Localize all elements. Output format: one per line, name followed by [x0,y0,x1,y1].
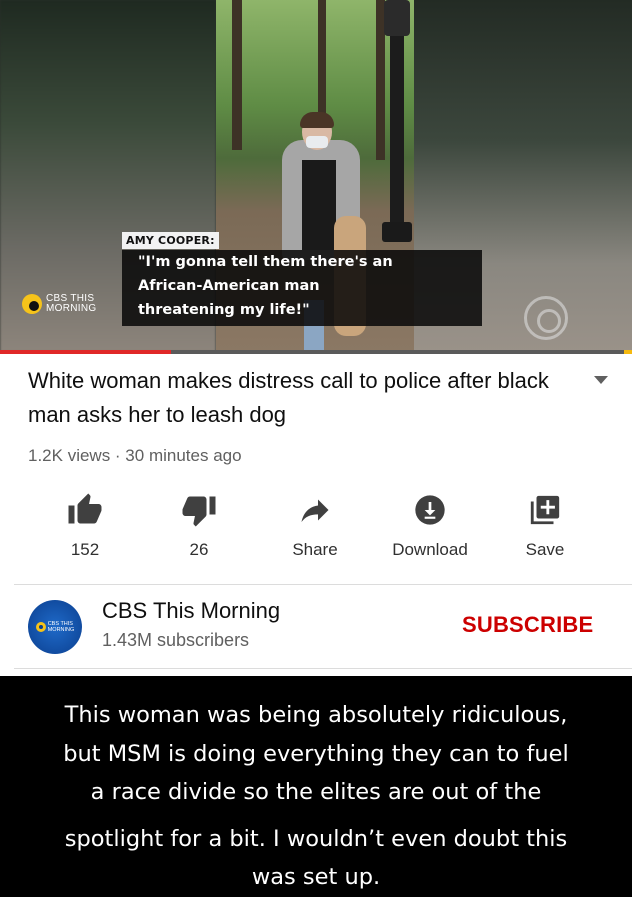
download-button[interactable]: Download [385,490,475,560]
cbs-watermark-icon [524,296,568,340]
video-player[interactable]: AMY COOPER: "I'm gonna tell them there's… [0,0,632,352]
cbs-eye-icon [35,622,46,632]
video-meta: 1.2K views · 30 minutes ago [28,446,242,465]
comment-line: but MSM is doing everything they can to … [63,740,569,767]
share-label: Share [292,540,338,559]
comment-line: a race divide so the elites are out of t… [90,779,542,805]
comment-text: This woman was being absolutely ridiculo… [10,696,622,897]
download-icon [415,495,445,525]
download-label: Download [392,540,468,559]
comment-line: spotlight for a bit. I wouldn’t even dou… [64,825,568,852]
share-icon [301,499,329,522]
avatar-text: MORNING [47,627,75,633]
divider [14,584,632,585]
face-mask [306,136,328,148]
chevron-down-icon[interactable] [594,376,608,384]
cbs-logo: CBS THIS MORNING [22,294,96,314]
save-label: Save [525,540,565,559]
cbs-logo-text: MORNING [46,303,97,314]
thumbs-down-icon [182,496,216,527]
caption-line: African-American man [138,278,320,294]
save-icon [530,495,560,525]
video-title: White woman makes distress call to polic… [28,368,549,427]
tree-trunk [318,0,326,120]
comment-line: was set up. [251,864,381,890]
channel-avatar[interactable]: CBS THIS MORNING [28,600,82,654]
like-count: 152 [70,540,100,559]
thumbs-up-icon [68,493,102,524]
tree-trunk [232,0,242,150]
comment-line: This woman was being absolutely ridiculo… [64,702,568,728]
subscriber-count: 1.43M subscribers [102,630,250,650]
save-button[interactable]: Save [500,490,590,560]
caption-line: "I'm gonna tell them there's an [138,254,393,270]
cbs-eye-icon [22,294,42,314]
lamp-head [384,0,410,36]
caption-line: threatening my life!" [138,302,310,318]
subscribe-button[interactable]: SUBSCRIBE [462,612,593,638]
lamp-base [382,222,412,242]
channel-name[interactable]: CBS This Morning [102,598,280,624]
person-hair [300,112,334,128]
like-button[interactable]: 152 [40,490,130,560]
caption-name: AMY COOPER: [122,232,219,249]
dislike-count: 26 [189,540,209,559]
dislike-button[interactable]: 26 [154,490,244,560]
lamp-post [390,0,404,240]
share-button[interactable]: Share [270,490,360,560]
divider [14,668,632,669]
person-shirt [302,160,336,250]
